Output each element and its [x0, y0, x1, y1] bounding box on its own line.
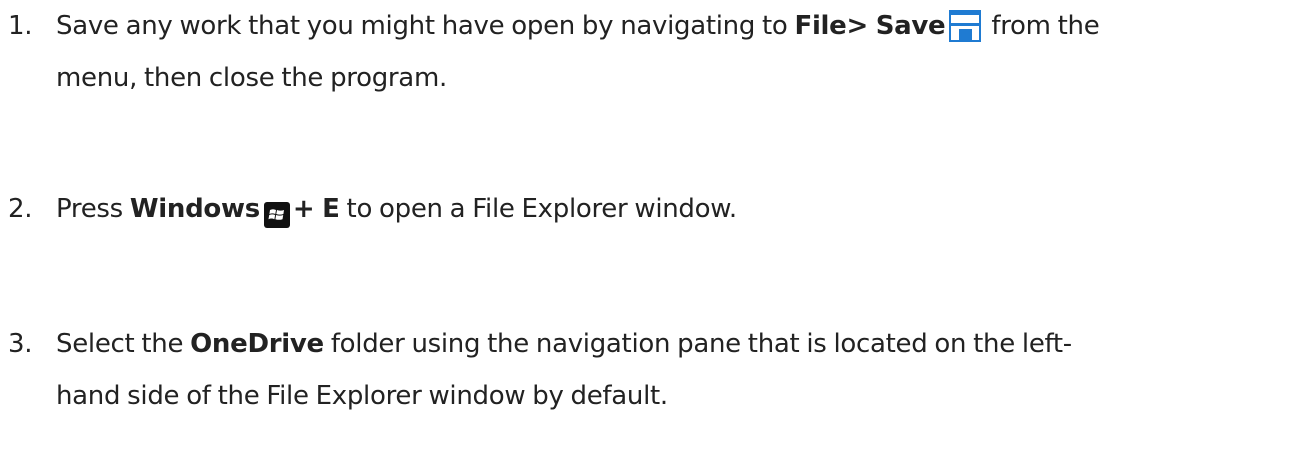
step-number: 3. [8, 329, 33, 359]
instruction-step-3: 3. Select the OneDrive folder using the n… [8, 318, 1293, 422]
save-icon [949, 8, 982, 42]
menu-path-file-save: File> Save [794, 11, 946, 41]
step-number: 1. [8, 11, 33, 41]
step-text-line-2: menu, then close the program. [56, 63, 447, 93]
step-text-continued: to open a File Explorer window. [339, 194, 738, 224]
step-text: Save any work that you might have open b… [56, 11, 795, 41]
folder-onedrive: OneDrive [190, 329, 324, 359]
step-text-continued: folder using the navigation pane that is… [323, 329, 1072, 359]
instruction-step-2: 2. Press Windows + E to open a File Explor… [8, 183, 1293, 235]
step-text: Press [56, 194, 130, 224]
step-text-continued: from the [984, 11, 1100, 41]
key-windows: Windows [129, 194, 260, 224]
instruction-step-1: 1. Save any work that you might have open… [8, 0, 1293, 104]
step-text-line-2: hand side of the File Explorer window by… [56, 381, 668, 411]
step-text: Select the [56, 329, 191, 359]
key-e: + E [292, 194, 340, 224]
step-number: 2. [8, 194, 33, 224]
windows-key-icon [263, 194, 290, 228]
